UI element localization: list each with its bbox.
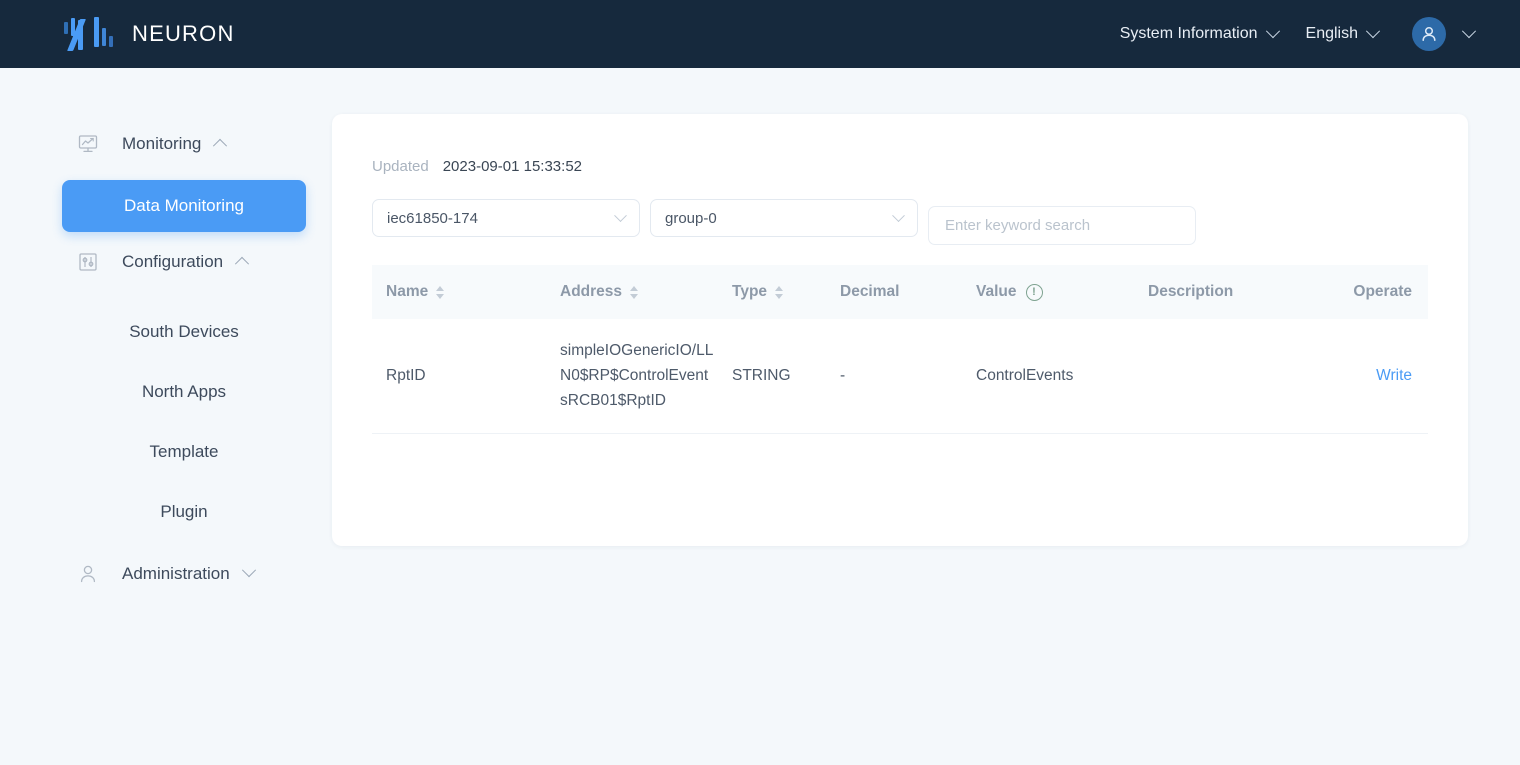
header-actions: System Information English [1092, 17, 1477, 51]
cell-description [1134, 319, 1334, 435]
search-input[interactable] [928, 206, 1196, 245]
sidebar-item-label: Template [149, 442, 219, 461]
brand-logo[interactable]: NEURON [60, 0, 235, 68]
column-label: Address [560, 283, 623, 300]
brand-name: NEURON [132, 21, 235, 46]
table-body: RptID simpleIOGenericIO/LLN0$RP$ControlE… [372, 319, 1428, 435]
data-table: Name Address Type Decimal Value ! Descri… [372, 265, 1428, 435]
language-menu[interactable]: English [1305, 24, 1381, 43]
chevron-down-icon [892, 208, 905, 223]
user-menu-toggle[interactable] [1461, 24, 1477, 39]
sidebar-item-plugin[interactable]: Plugin [62, 486, 306, 538]
column-header-operate: Operate [1334, 265, 1428, 319]
sidebar-item-north-apps[interactable]: North Apps [62, 366, 306, 418]
chevron-down-icon [241, 563, 256, 578]
column-header-value: Value ! [962, 265, 1134, 319]
chevron-down-icon [614, 208, 627, 223]
language-label: English [1305, 25, 1358, 42]
sidebar-group-administration[interactable]: Administration [0, 552, 332, 596]
chevron-up-icon [235, 256, 250, 271]
sidebar-item-template[interactable]: Template [62, 426, 306, 478]
write-button[interactable]: Write [1376, 367, 1412, 384]
sidebar: Monitoring Data Monitoring Configuration… [0, 68, 332, 765]
cell-address: simpleIOGenericIO/LLN0$RP$ControlEventsR… [546, 319, 718, 435]
column-label: Decimal [840, 283, 900, 300]
column-label: Operate [1353, 283, 1412, 300]
table-header: Name Address Type Decimal Value ! Descri… [372, 265, 1428, 319]
column-header-description: Description [1134, 265, 1334, 319]
updated-timestamp: 2023-09-01 15:33:52 [442, 158, 583, 175]
column-label: Name [386, 283, 429, 300]
sort-icon[interactable] [775, 285, 784, 299]
monitor-chart-icon [76, 132, 100, 156]
cell-value: ControlEvents [962, 319, 1134, 435]
column-label: Type [732, 283, 768, 300]
sidebar-group-label: Configuration [122, 252, 224, 271]
sidebar-item-label: Plugin [160, 502, 208, 521]
sidebar-item-label: Data Monitoring [123, 196, 244, 215]
table-row: RptID simpleIOGenericIO/LLN0$RP$ControlE… [372, 319, 1428, 435]
sort-icon[interactable] [436, 285, 445, 299]
data-monitoring-panel: Updated 2023-09-01 15:33:52 iec61850-174… [332, 114, 1468, 546]
top-header-bar: NEURON System Information English [0, 0, 1520, 68]
group-select[interactable]: group-0 [650, 199, 918, 237]
sidebar-item-south-devices[interactable]: South Devices [62, 306, 306, 358]
cell-type: STRING [718, 319, 826, 435]
column-header-address[interactable]: Address [546, 265, 718, 319]
system-information-menu[interactable]: System Information [1119, 24, 1280, 43]
group-select-value: group-0 [665, 209, 717, 227]
updated-label: Updated [372, 158, 429, 175]
cell-decimal: - [826, 319, 962, 435]
system-information-label: System Information [1119, 25, 1258, 42]
user-icon [76, 562, 100, 586]
avatar[interactable] [1412, 17, 1446, 51]
chevron-down-icon [1461, 24, 1477, 39]
column-header-name[interactable]: Name [372, 265, 546, 319]
sidebar-item-label: South Devices [129, 322, 239, 341]
sidebar-item-label: North Apps [141, 382, 227, 401]
table-header-row: Name Address Type Decimal Value ! Descri… [372, 265, 1428, 319]
cell-name: RptID [372, 319, 546, 435]
column-label: Description [1148, 283, 1234, 300]
chevron-up-icon [213, 138, 228, 153]
info-circle-icon[interactable]: ! [1025, 283, 1043, 301]
device-select[interactable]: iec61850-174 [372, 199, 640, 237]
sidebar-group-label: Monitoring [122, 134, 202, 153]
sidebar-group-configuration[interactable]: Configuration [0, 240, 332, 284]
sliders-icon [76, 250, 100, 274]
sidebar-group-label: Administration [122, 564, 230, 583]
column-header-type[interactable]: Type [718, 265, 826, 319]
sidebar-item-data-monitoring[interactable]: Data Monitoring [62, 180, 306, 232]
filter-bar: iec61850-174 group-0 [372, 199, 1428, 245]
updated-row: Updated 2023-09-01 15:33:52 [372, 158, 1428, 175]
cell-operate: Write [1334, 319, 1428, 435]
column-label: Value [976, 283, 1017, 300]
sort-icon[interactable] [630, 285, 639, 299]
chevron-down-icon [1265, 24, 1280, 39]
chevron-down-icon [1365, 24, 1381, 39]
neuron-logo-icon [60, 16, 118, 52]
sidebar-group-monitoring[interactable]: Monitoring [0, 122, 332, 166]
column-header-decimal: Decimal [826, 265, 962, 319]
device-select-value: iec61850-174 [387, 209, 478, 227]
user-avatar-icon [1422, 26, 1436, 41]
